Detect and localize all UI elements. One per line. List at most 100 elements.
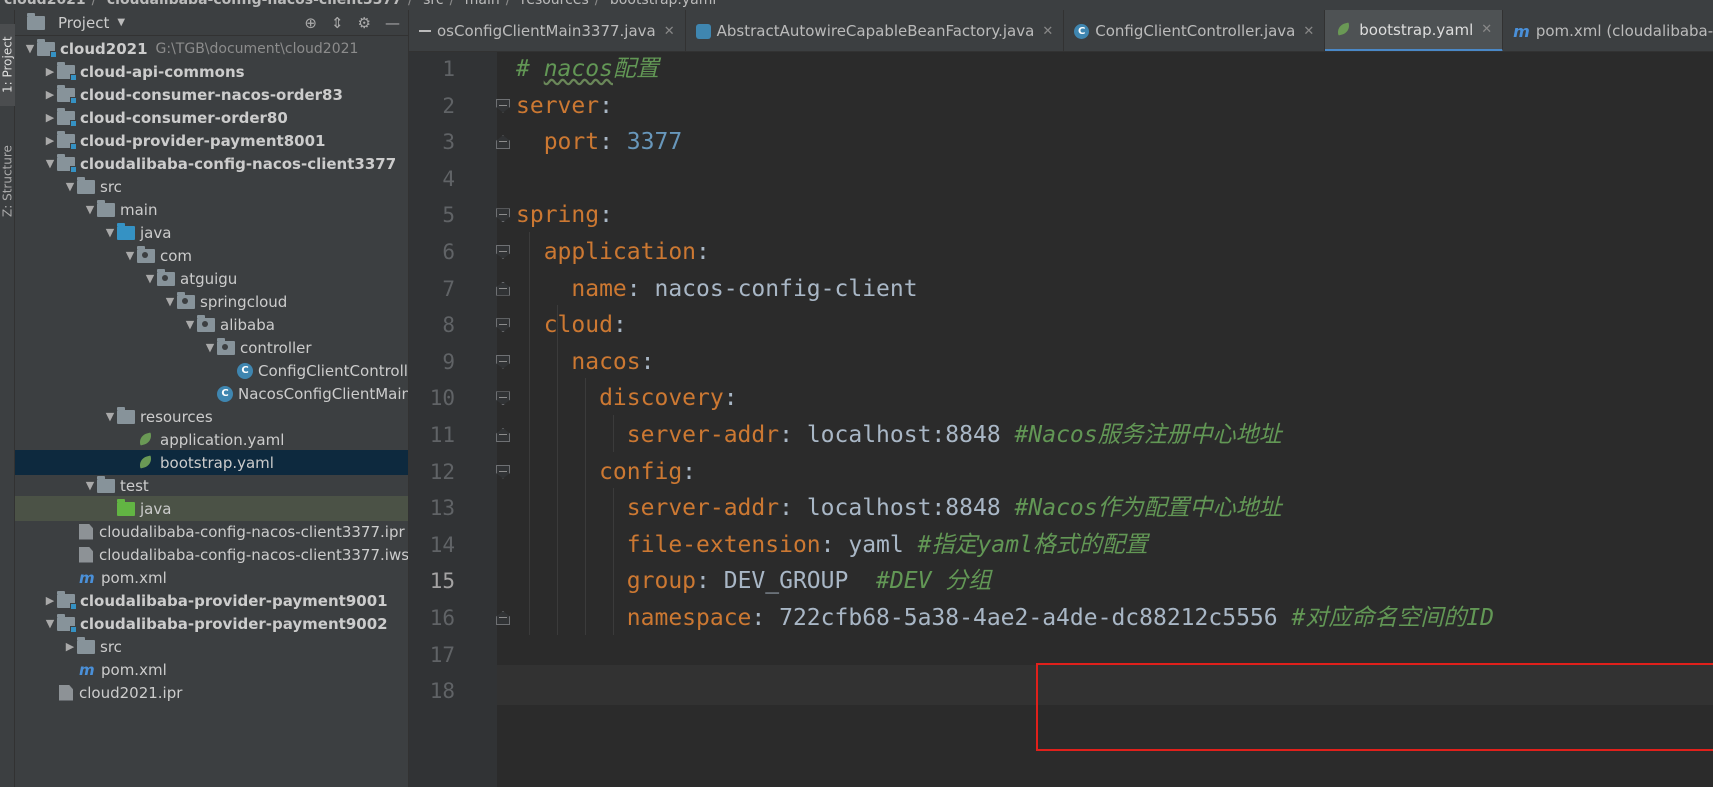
- code-line[interactable]: # nacos配置: [516, 52, 659, 89]
- code-line[interactable]: server-addr: localhost:8848 #Nacos服务注册中心…: [516, 415, 1282, 455]
- collapse-arrow-icon[interactable]: ▶: [43, 134, 57, 147]
- tree-item-package[interactable]: ▼ springcloud: [15, 289, 408, 314]
- tree-item-module[interactable]: ▶ cloudalibaba-provider-payment9001: [15, 588, 408, 613]
- code-line[interactable]: server-addr: localhost:8848 #Nacos作为配置中心…: [516, 488, 1282, 528]
- tree-item-file[interactable]: cloudalibaba-config-nacos-client3377.iws: [15, 542, 408, 567]
- expand-arrow-icon[interactable]: ▼: [143, 272, 157, 285]
- tree-item-package[interactable]: ▼ alibaba: [15, 312, 408, 337]
- fold-collapse-icon[interactable]: [496, 318, 510, 333]
- tab-config-client-controller[interactable]: C ConfigClientController.java ✕: [1064, 10, 1326, 51]
- tree-item-module[interactable]: ▶ cloud-consumer-nacos-order83: [15, 82, 408, 107]
- structure-tool-tab[interactable]: Z: Structure: [0, 128, 15, 234]
- gear-icon[interactable]: ⚙: [358, 14, 371, 32]
- tree-item-cloud2021[interactable]: ▼ cloud2021 G:\TGB\document\cloud2021: [15, 36, 408, 61]
- breadcrumb-item-main[interactable]: main: [465, 0, 500, 8]
- expand-arrow-icon[interactable]: ▼: [83, 479, 97, 492]
- fold-collapse-icon[interactable]: [496, 354, 510, 369]
- code-editor[interactable]: 1 2 3 4 5 6 7 8 9 10 11 12 13 14 15 16 17 18 # nacos配置 ser…: [409, 52, 1713, 787]
- fold-collapse-icon[interactable]: [496, 391, 510, 406]
- tree-item-folder[interactable]: ▼ resources: [15, 404, 408, 429]
- tree-item-module[interactable]: ▶ cloud-consumer-order80: [15, 105, 408, 130]
- fold-collapse-icon[interactable]: [496, 464, 510, 479]
- tree-item-folder[interactable]: ▼ main: [15, 197, 408, 222]
- code-line[interactable]: name: nacos-config-client: [516, 269, 918, 309]
- chevron-down-icon[interactable]: ▼: [117, 17, 125, 28]
- code-line[interactable]: port: 3377: [516, 122, 683, 162]
- expand-arrow-icon[interactable]: ▼: [63, 180, 77, 193]
- code-line[interactable]: discovery:: [516, 378, 738, 418]
- breadcrumb-item-module[interactable]: cloudalibaba-config-nacos-client3377: [107, 0, 402, 8]
- code-line[interactable]: nacos:: [516, 342, 654, 382]
- expand-arrow-icon[interactable]: ▼: [183, 318, 197, 331]
- breadcrumb-item-resources[interactable]: resources: [521, 0, 589, 8]
- expand-arrow-icon[interactable]: ▼: [103, 226, 117, 239]
- expand-arrow-icon[interactable]: ▼: [163, 295, 177, 308]
- expand-arrow-icon[interactable]: ▼: [203, 341, 217, 354]
- tab-pom-xml[interactable]: m pom.xml (cloudalibaba-provider-payment9…: [1503, 10, 1713, 51]
- close-icon[interactable]: ✕: [1303, 24, 1314, 39]
- close-icon[interactable]: ✕: [664, 24, 675, 39]
- tab-bootstrap-yaml[interactable]: bootstrap.yaml ✕: [1325, 10, 1504, 51]
- breadcrumb-item-src[interactable]: src: [423, 0, 443, 8]
- collapse-arrow-icon[interactable]: ▶: [43, 594, 57, 607]
- expand-arrow-icon[interactable]: ▼: [43, 157, 57, 170]
- fold-collapse-icon[interactable]: [496, 245, 510, 259]
- code-line[interactable]: group: DEV_GROUP #DEV 分组: [516, 561, 992, 601]
- code-line[interactable]: file-extension: yaml #指定yaml格式的配置: [516, 525, 1148, 565]
- close-icon[interactable]: ✕: [1042, 24, 1053, 39]
- code-token: nacos-config-client: [654, 275, 918, 302]
- breadcrumb-item-file[interactable]: bootstrap.yaml: [610, 0, 716, 8]
- tree-item-package[interactable]: ▼ controller: [15, 335, 408, 360]
- collapse-all-icon[interactable]: ⇕: [331, 14, 344, 32]
- tree-item-folder[interactable]: ▼ java: [15, 220, 408, 245]
- code-line[interactable]: application:: [516, 232, 710, 272]
- code-line[interactable]: config:: [516, 452, 696, 492]
- collapse-arrow-icon[interactable]: ▶: [43, 111, 57, 124]
- project-panel-title[interactable]: Project: [58, 14, 109, 32]
- breadcrumb-item-project[interactable]: cloud2021: [4, 0, 86, 8]
- indent-guide: [585, 378, 586, 635]
- tree-item-package[interactable]: ▼ atguigu: [15, 266, 408, 291]
- tree-item-file[interactable]: cloudalibaba-config-nacos-client3377.ipr: [15, 519, 408, 544]
- tree-item-folder[interactable]: ▶ src: [15, 634, 408, 659]
- tab-nacos-config-client-main[interactable]: osConfigClientMain3377.java ✕: [409, 10, 686, 51]
- expand-arrow-icon[interactable]: ▼: [83, 203, 97, 216]
- code-line[interactable]: server:: [516, 86, 613, 126]
- expand-arrow-icon[interactable]: ▼: [43, 617, 57, 630]
- tree-item-folder[interactable]: java: [15, 496, 408, 521]
- fold-end-icon[interactable]: [496, 428, 510, 442]
- expand-arrow-icon[interactable]: ▼: [23, 42, 37, 55]
- tree-item-file[interactable]: m pom.xml: [15, 565, 408, 590]
- collapse-arrow-icon[interactable]: ▶: [63, 640, 77, 653]
- tree-item-class[interactable]: C NacosConfigClientMain3377: [15, 381, 408, 406]
- code-line[interactable]: cloud:: [516, 305, 627, 345]
- expand-arrow-icon[interactable]: ▼: [123, 249, 137, 262]
- hide-icon[interactable]: —: [385, 14, 400, 32]
- code-line[interactable]: namespace: 722cfb68-5a38-4ae2-a4de-dc882…: [516, 598, 1494, 638]
- tree-item-folder[interactable]: ▼ test: [15, 473, 408, 498]
- tree-item-file[interactable]: m pom.xml: [15, 657, 408, 682]
- tab-abstract-autowire[interactable]: AbstractAutowireCapableBeanFactory.java ✕: [686, 10, 1065, 51]
- fold-end-icon[interactable]: [496, 135, 510, 150]
- close-icon[interactable]: ✕: [1481, 22, 1492, 37]
- project-tool-tab[interactable]: 1: Project: [0, 24, 15, 106]
- fold-collapse-icon[interactable]: [496, 208, 510, 223]
- tree-item-package[interactable]: ▼ com: [15, 243, 408, 268]
- collapse-arrow-icon[interactable]: ▶: [43, 88, 57, 101]
- tree-item-module[interactable]: ▶ cloud-api-commons: [15, 59, 408, 84]
- fold-end-icon[interactable]: [496, 281, 510, 296]
- tree-item-module[interactable]: ▼ cloudalibaba-config-nacos-client3377: [15, 151, 408, 176]
- fold-end-icon[interactable]: [496, 611, 510, 625]
- tree-item-module[interactable]: ▼ cloudalibaba-provider-payment9002: [15, 611, 408, 636]
- tree-item-folder[interactable]: ▼ src: [15, 174, 408, 199]
- tree-item-file-selected[interactable]: bootstrap.yaml: [15, 450, 408, 475]
- tree-item-file[interactable]: cloud2021.ipr: [15, 680, 408, 705]
- tree-item-class[interactable]: C ConfigClientController: [15, 358, 408, 383]
- fold-collapse-icon[interactable]: [496, 98, 510, 113]
- collapse-arrow-icon[interactable]: ▶: [43, 65, 57, 78]
- locate-icon[interactable]: ⊕: [304, 14, 317, 32]
- code-line[interactable]: spring:: [516, 195, 613, 235]
- tree-item-file[interactable]: application.yaml: [15, 427, 408, 452]
- expand-arrow-icon[interactable]: ▼: [103, 410, 117, 423]
- tree-item-module[interactable]: ▶ cloud-provider-payment8001: [15, 128, 408, 153]
